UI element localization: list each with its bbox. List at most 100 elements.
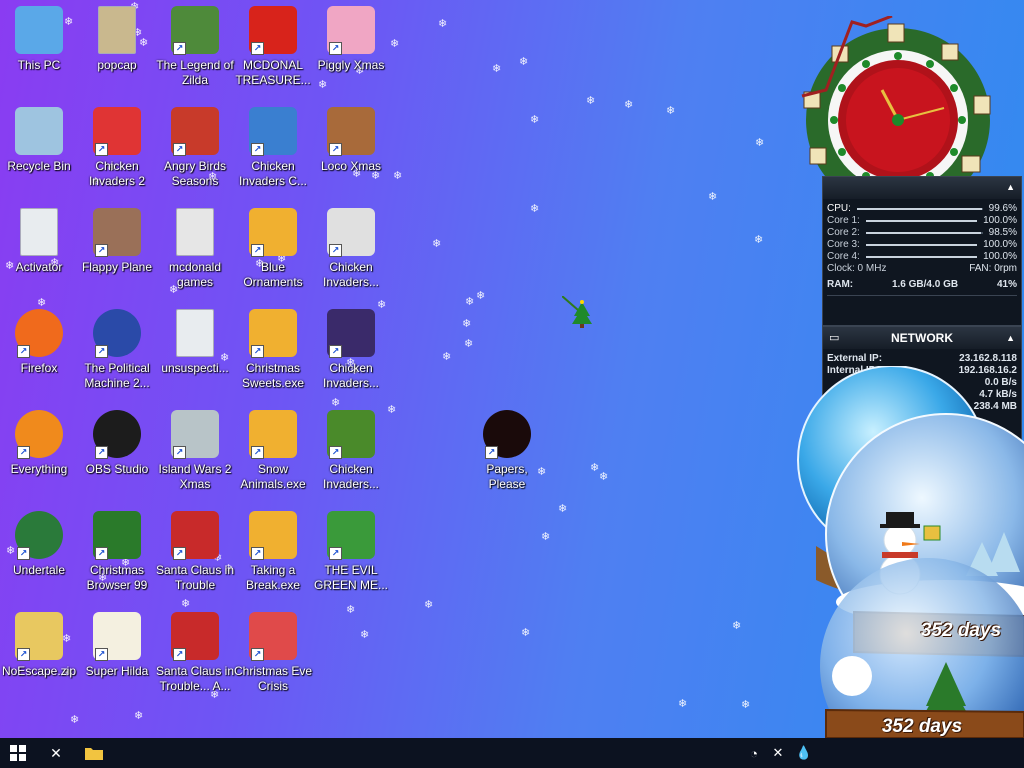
- desktop-icon-label: Loco Xmas: [320, 159, 382, 173]
- shortcut-arrow-icon: ↗: [173, 143, 186, 156]
- desktop-icon[interactable]: mcdonald games: [156, 202, 234, 302]
- snowglobe-widget[interactable]: 352 days 352 days: [796, 365, 1024, 738]
- puzzle-icon: ↗: [249, 511, 297, 560]
- desktop-icon[interactable]: popcap: [78, 0, 156, 100]
- cpu-row-value: 99.6%: [988, 203, 1017, 214]
- desktop-icon[interactable]: ↗ Island Wars 2 Xmas: [156, 404, 234, 504]
- desktop-icon[interactable]: ↗ The Political Machine 2...: [78, 303, 156, 403]
- start-button[interactable]: [0, 738, 36, 768]
- desktop-icon[interactable]: ↗ Firefox: [0, 303, 78, 403]
- clock-icon[interactable]: ◔: [744, 746, 764, 761]
- desktop-icon[interactable]: ↗ MCDONAL TREASURE...: [234, 0, 312, 100]
- desktop-icon[interactable]: ↗ Papers, Please: [468, 404, 546, 504]
- snowflake-icon: ❄: [624, 99, 634, 111]
- desktop-icon[interactable]: ↗ NoEscape.zip: [0, 606, 78, 706]
- snowflake-icon: ❄: [708, 191, 718, 203]
- desktop-icon[interactable]: ↗ Chicken Invaders C...: [234, 101, 312, 201]
- ram-row: RAM: 1.6 GB/4.0 GB 41%: [823, 279, 1021, 291]
- tools-button[interactable]: ✕: [38, 738, 74, 768]
- network-header[interactable]: ▭ NETWORK ▲: [823, 327, 1021, 349]
- desktop-icon-label: Chicken Invaders C...: [238, 159, 308, 188]
- pixel-art-icon: ↗: [93, 612, 141, 661]
- pig-icon: ↗: [327, 6, 375, 55]
- desktop-icon[interactable]: ↗ Chicken Invaders...: [312, 404, 390, 504]
- desktop-icon[interactable]: ↗ Blue Ornaments: [234, 202, 312, 302]
- cpu-clock-label: Clock: 0 MHz: [827, 263, 887, 274]
- drop-icon[interactable]: 💧: [792, 745, 816, 761]
- snowflake-icon: ❄: [70, 714, 80, 726]
- desktop-icon[interactable]: ↗ Loco Xmas: [312, 101, 390, 201]
- desktop-icon[interactable]: ↗ Christmas Eve Crisis: [234, 606, 312, 706]
- desktop-icon[interactable]: ↗ Santa Claus in Trouble... A...: [156, 606, 234, 706]
- desktop-icon[interactable]: ↗ Chicken Invaders...: [312, 303, 390, 403]
- desktop-icon[interactable]: This PC: [0, 0, 78, 100]
- cpu-monitor-header[interactable]: ▲: [823, 177, 1021, 199]
- snowflake-icon: ❄: [462, 318, 472, 330]
- desktop-icon-label: Papers, Please: [486, 462, 528, 491]
- desktop-icon[interactable]: ↗ Everything: [0, 404, 78, 504]
- desktop-icon[interactable]: ↗ Flappy Plane: [78, 202, 156, 302]
- days-counter-bottom: 352 days: [881, 716, 963, 737]
- cpu-row-label: Core 4:: [827, 251, 860, 262]
- snowflake-icon: ❄: [558, 503, 568, 515]
- collapse-icon[interactable]: ▲: [1006, 177, 1015, 197]
- game-character-icon: ↗: [171, 6, 219, 55]
- desktop-icon[interactable]: ↗ Chicken Invaders 2: [78, 101, 156, 201]
- santa-icon: ↗: [171, 612, 219, 661]
- snowflake-icon: ❄: [586, 95, 596, 107]
- file-explorer-button[interactable]: [76, 738, 112, 768]
- shortcut-arrow-icon: ↗: [251, 446, 264, 459]
- christmas-tree-icon: ↗: [93, 511, 141, 560]
- cpu-row-value: 100.0%: [983, 239, 1017, 250]
- snowman-icon: ↗: [249, 107, 297, 156]
- chicken-icon: ↗: [327, 208, 375, 257]
- chicken-icon: ↗: [327, 309, 375, 358]
- desktop-icon[interactable]: ↗ Snow Animals.exe: [234, 404, 312, 504]
- desktop-icon[interactable]: ↗ Super Hilda: [78, 606, 156, 706]
- desktop-icon[interactable]: ↗ Santa Claus in Trouble: [156, 505, 234, 605]
- desktop-icon[interactable]: Recycle Bin: [0, 101, 78, 201]
- desktop-icon[interactable]: ↗ THE EVIL GREEN ME...: [312, 505, 390, 605]
- shortcut-arrow-icon: ↗: [329, 42, 342, 55]
- desktop-icon-label: mcdonald games: [168, 260, 222, 289]
- desktop-icon-label: unsuspecti...: [161, 361, 229, 375]
- cpu-usage-bar: [865, 244, 978, 246]
- folder-icon: [98, 6, 136, 54]
- puzzle-icon: ↗: [249, 410, 297, 459]
- snowflake-icon: ❄: [465, 296, 475, 308]
- desktop-icon-label: The Legend of Zilda: [156, 58, 234, 87]
- desktop-icon-label: Taking a Break.exe: [245, 563, 301, 592]
- desktop-icon[interactable]: ↗ OBS Studio: [78, 404, 156, 504]
- desktop-icon[interactable]: unsuspecti...: [156, 303, 234, 403]
- desktop-icon[interactable]: ↗ Undertale: [0, 505, 78, 605]
- shortcut-arrow-icon: ↗: [329, 547, 342, 560]
- snowflake-icon: ❄: [476, 290, 486, 302]
- desktop-icon[interactable]: ↗ Angry Birds Seasons: [156, 101, 234, 201]
- cpu-usage-bar: [865, 220, 978, 222]
- snowflake-icon: ❄: [424, 599, 434, 611]
- folder-icon: [176, 208, 214, 256]
- settings-icon[interactable]: ✕: [764, 745, 792, 761]
- snowflake-icon: ❄: [541, 531, 551, 543]
- desktop-icon-label: Christmas Browser 99: [86, 563, 148, 592]
- search-icon: ↗: [15, 410, 63, 459]
- snowflake-icon: ❄: [521, 627, 531, 639]
- desktop-icon[interactable]: ↗ Piggly Xmas: [312, 0, 390, 100]
- shortcut-arrow-icon: ↗: [95, 244, 108, 257]
- recycle-bin-icon: [15, 107, 63, 155]
- desktop-icon[interactable]: ↗ Taking a Break.exe: [234, 505, 312, 605]
- shortcut-arrow-icon: ↗: [329, 143, 342, 156]
- desktop-icon[interactable]: ↗ The Legend of Zilda: [156, 0, 234, 100]
- desktop-icon-label: Snow Animals.exe: [240, 462, 306, 491]
- cpu-usage-fill: [865, 232, 981, 234]
- cpu-usage-bar: [856, 208, 983, 210]
- network-row: External IP: 23.162.8.118: [823, 353, 1021, 365]
- snowflake-icon: ❄: [519, 56, 529, 68]
- desktop-icon[interactable]: Activator: [0, 202, 78, 302]
- snowflake-icon: ❄: [432, 238, 442, 250]
- desktop-icon[interactable]: ↗ Chicken Invaders...: [312, 202, 390, 302]
- desktop-icon[interactable]: ↗ Christmas Sweets.exe: [234, 303, 312, 403]
- collapse-icon[interactable]: ▲: [1006, 327, 1015, 349]
- desktop-icon[interactable]: ↗ Christmas Browser 99: [78, 505, 156, 605]
- network-row-label: External IP:: [827, 353, 883, 364]
